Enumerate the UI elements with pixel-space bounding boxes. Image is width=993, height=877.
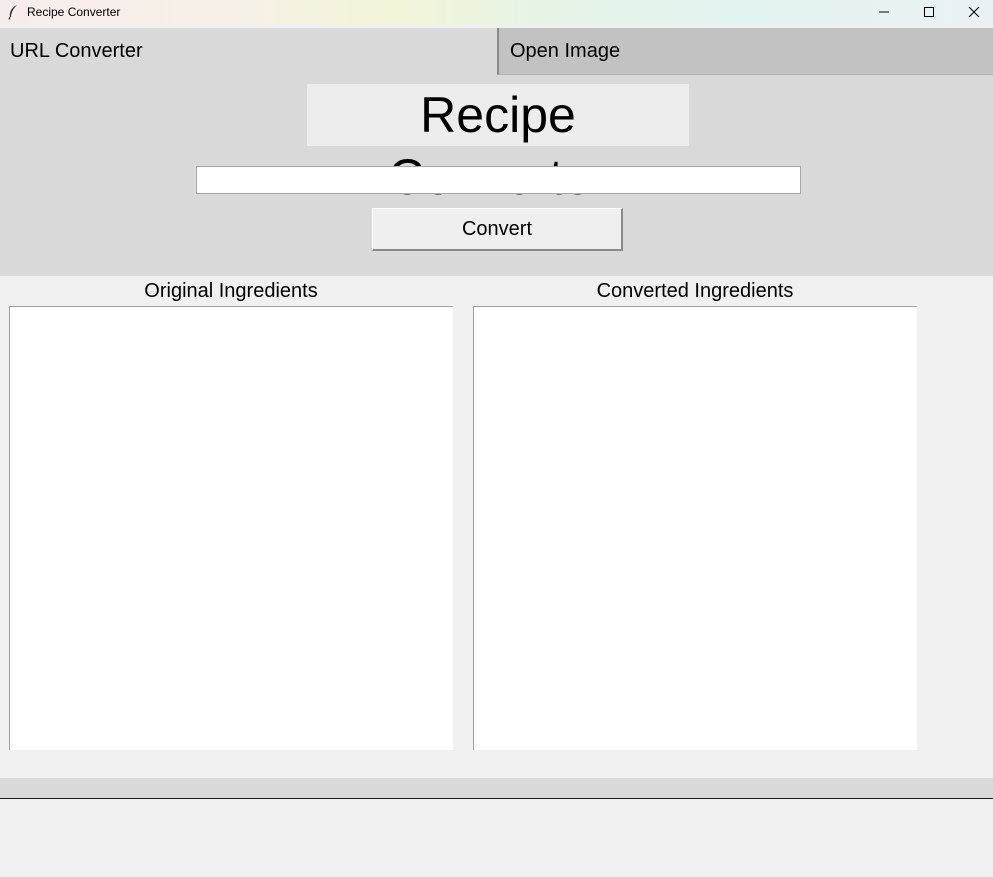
- minimize-button[interactable]: [861, 0, 907, 24]
- page-title: Recipe Converter: [307, 84, 689, 205]
- footer-area: [0, 799, 993, 877]
- tab-url-converter[interactable]: URL Converter: [0, 28, 497, 75]
- converted-ingredients-label: Converted Ingredients: [596, 280, 794, 302]
- converter-panel: Recipe Converter Convert: [0, 75, 993, 276]
- close-icon: [968, 6, 980, 18]
- footer-strip: [0, 778, 993, 798]
- window-title: Recipe Converter: [27, 5, 121, 19]
- url-input[interactable]: [196, 166, 801, 194]
- feather-icon: [7, 4, 19, 20]
- title-bar: Recipe Converter: [0, 0, 993, 24]
- original-ingredients-label: Original Ingredients: [144, 280, 318, 302]
- minimize-icon: [879, 11, 889, 13]
- close-button[interactable]: [951, 0, 993, 24]
- maximize-icon: [924, 7, 934, 17]
- original-ingredients-textbox[interactable]: [9, 306, 453, 750]
- maximize-button[interactable]: [906, 0, 952, 24]
- tab-open-image[interactable]: Open Image: [497, 28, 993, 75]
- converted-ingredients-textbox[interactable]: [473, 306, 917, 750]
- convert-button[interactable]: Convert: [372, 208, 623, 251]
- tab-bar: URL Converter Open Image: [0, 28, 993, 75]
